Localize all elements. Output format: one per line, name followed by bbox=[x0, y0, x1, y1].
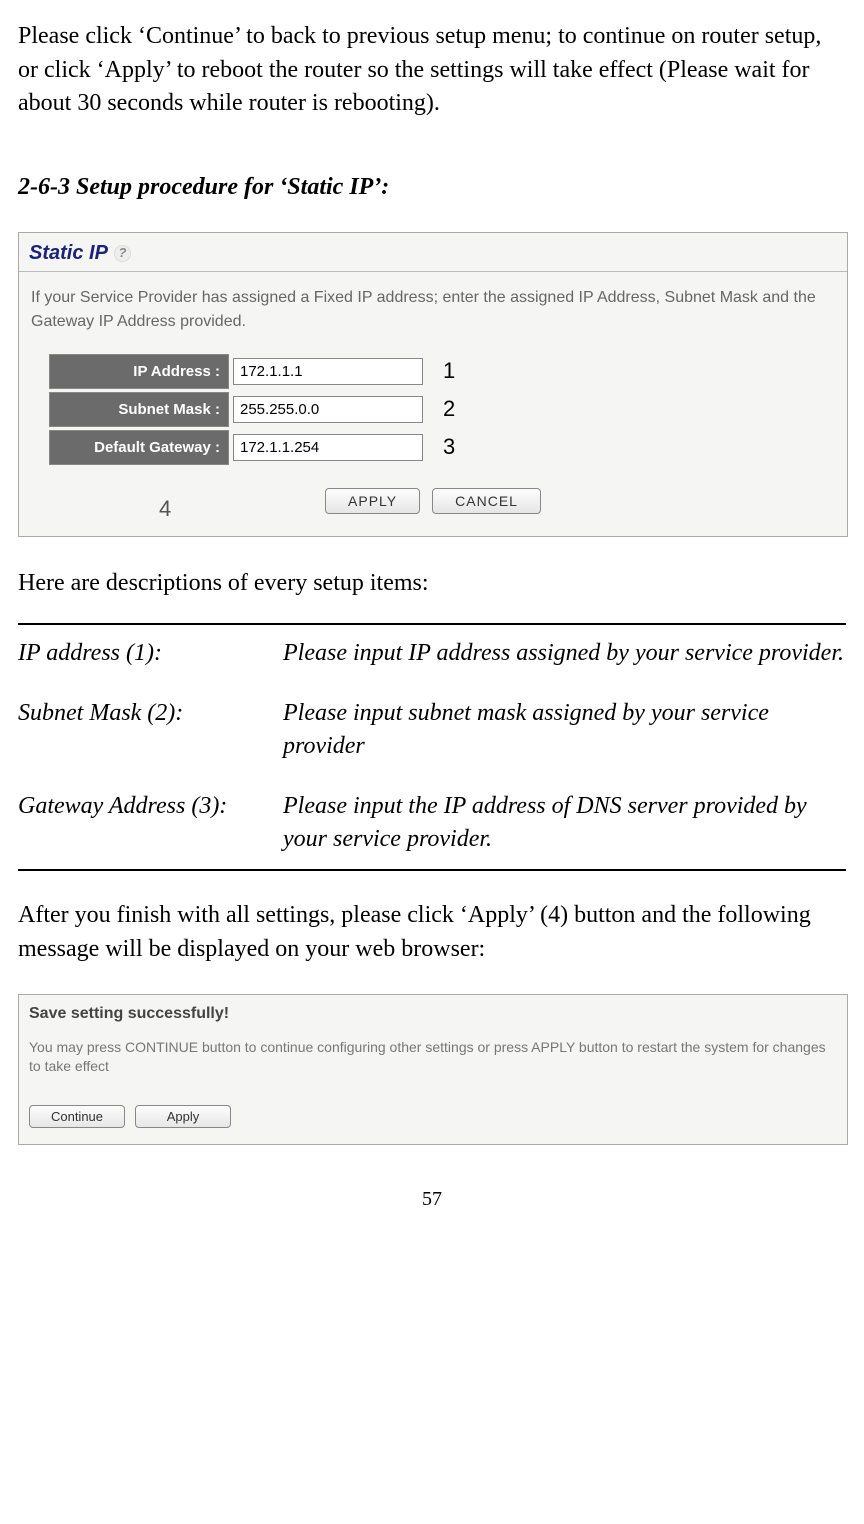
save-success-title: Save setting successfully! bbox=[29, 1003, 837, 1025]
callout-2: 2 bbox=[443, 394, 455, 425]
desc-row-ip-address: IP address (1): Please input IP address … bbox=[18, 637, 846, 671]
callout-1: 1 bbox=[443, 356, 455, 387]
apply-button-2[interactable]: Apply bbox=[135, 1105, 231, 1128]
static-ip-description: If your Service Provider has assigned a … bbox=[19, 286, 847, 354]
desc-def: Please input the IP address of DNS serve… bbox=[283, 790, 846, 857]
ip-address-label: IP Address : bbox=[49, 354, 229, 389]
desc-row-gateway: Gateway Address (3): Please input the IP… bbox=[18, 790, 846, 857]
descriptions-intro: Here are descriptions of every setup ite… bbox=[18, 567, 846, 601]
page-number: 57 bbox=[18, 1185, 846, 1213]
descriptions-table: IP address (1): Please input IP address … bbox=[18, 623, 846, 871]
save-success-buttons: Continue Apply bbox=[29, 1105, 837, 1128]
desc-row-subnet-mask: Subnet Mask (2): Please input subnet mas… bbox=[18, 697, 846, 764]
subnet-mask-input[interactable] bbox=[233, 396, 423, 423]
static-ip-buttons: 4 APPLY CANCEL bbox=[19, 476, 847, 536]
default-gateway-input[interactable] bbox=[233, 434, 423, 461]
section-heading: 2-6-3 Setup procedure for ‘Static IP’: bbox=[18, 171, 846, 205]
intro-paragraph: Please click ‘Continue’ to back to previ… bbox=[18, 20, 846, 121]
title-divider bbox=[19, 271, 847, 272]
ip-address-row: IP Address : 1 bbox=[49, 354, 817, 389]
after-paragraph: After you finish with all settings, plea… bbox=[18, 899, 846, 966]
static-ip-screenshot: Static IP ? If your Service Provider has… bbox=[18, 232, 848, 537]
static-ip-fields: IP Address : 1 Subnet Mask : 2 Default G… bbox=[19, 354, 847, 476]
callout-4: 4 bbox=[159, 494, 171, 525]
static-ip-title-text: Static IP bbox=[29, 239, 108, 267]
desc-term: Gateway Address (3): bbox=[18, 790, 283, 857]
continue-button[interactable]: Continue bbox=[29, 1105, 125, 1128]
callout-3: 3 bbox=[443, 432, 455, 463]
default-gateway-row: Default Gateway : 3 bbox=[49, 430, 817, 465]
subnet-mask-row: Subnet Mask : 2 bbox=[49, 392, 817, 427]
desc-term: Subnet Mask (2): bbox=[18, 697, 283, 764]
default-gateway-label: Default Gateway : bbox=[49, 430, 229, 465]
ip-address-input[interactable] bbox=[233, 358, 423, 385]
desc-def: Please input subnet mask assigned by you… bbox=[283, 697, 846, 764]
save-success-description: You may press CONTINUE button to continu… bbox=[29, 1038, 837, 1077]
save-success-screenshot: Save setting successfully! You may press… bbox=[18, 994, 848, 1145]
static-ip-title-bar: Static IP ? bbox=[19, 233, 847, 271]
desc-def: Please input IP address assigned by your… bbox=[283, 637, 846, 671]
apply-button[interactable]: APPLY bbox=[325, 488, 420, 514]
desc-term: IP address (1): bbox=[18, 637, 283, 671]
cancel-button[interactable]: CANCEL bbox=[432, 488, 541, 514]
help-icon[interactable]: ? bbox=[114, 245, 131, 262]
subnet-mask-label: Subnet Mask : bbox=[49, 392, 229, 427]
